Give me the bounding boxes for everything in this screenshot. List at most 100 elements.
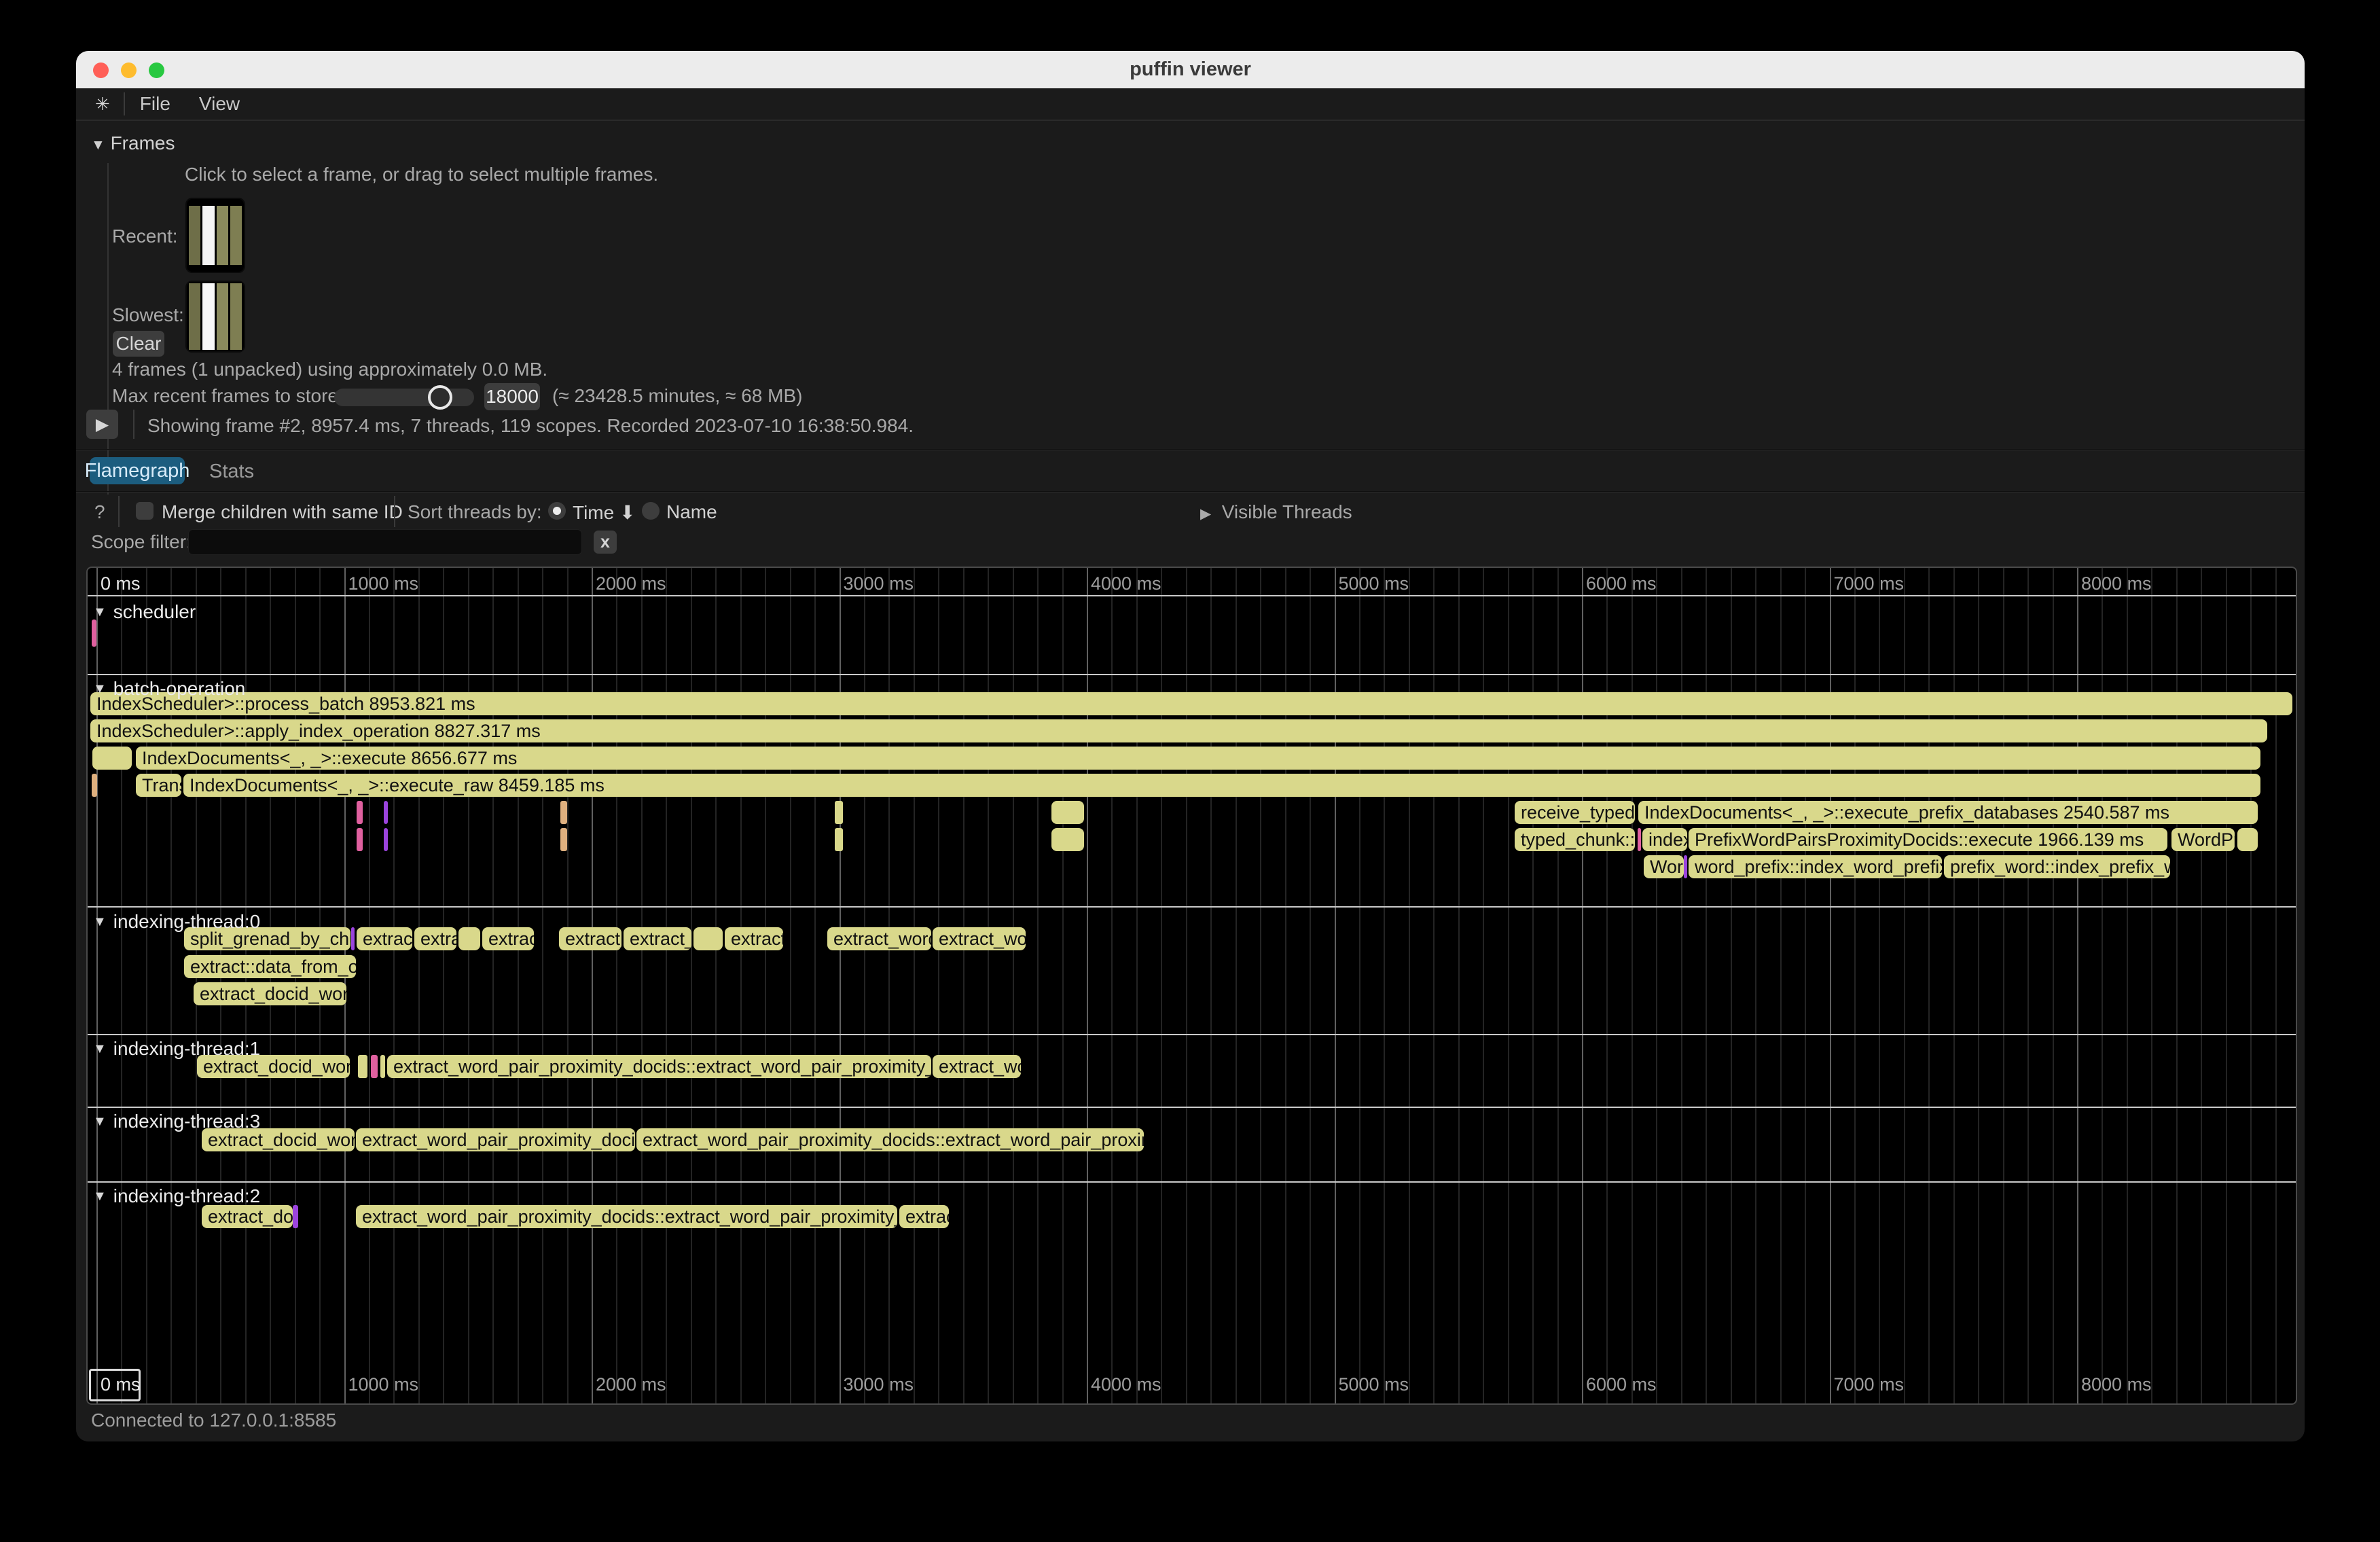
visible-threads-header[interactable]: ▶ Visible Threads [1200, 501, 1352, 523]
frames-section-header[interactable]: ▼ Frames [91, 132, 175, 154]
flame-bar[interactable]: extract [725, 927, 783, 950]
flame-bar[interactable] [560, 801, 567, 824]
flame-bar[interactable]: WordPr [2171, 828, 2235, 851]
sort-by-time-radio[interactable] [548, 502, 566, 520]
frame-bar[interactable] [189, 283, 200, 350]
flame-bar[interactable]: extrac [482, 927, 534, 950]
flame-bar[interactable] [357, 828, 363, 851]
thread-header[interactable]: ▼indexing-thread:3 [93, 1111, 260, 1132]
help-button[interactable]: ? [94, 501, 105, 523]
flame-bar[interactable]: IndexDocuments<_, _>::execute 8656.677 m… [136, 747, 2260, 770]
flame-bar[interactable] [1684, 855, 1687, 878]
flame-bar[interactable] [371, 1055, 378, 1078]
flame-bar[interactable]: extract_word_pair_proximity_docids::extr… [387, 1055, 931, 1078]
merge-children-checkbox[interactable] [136, 502, 154, 520]
flame-bar[interactable] [92, 774, 97, 797]
flame-bar[interactable]: extra [414, 927, 456, 950]
flame-bar[interactable] [560, 828, 567, 851]
frame-bar-selected[interactable] [202, 206, 214, 265]
flame-bar[interactable] [1051, 828, 1084, 851]
close-window-button[interactable] [93, 62, 109, 78]
flame-bar[interactable] [358, 1055, 367, 1078]
flame-bar[interactable]: extract_wo [933, 1055, 1021, 1078]
thread-header[interactable]: ▼indexing-thread:0 [93, 911, 260, 933]
slowest-frames-thumbnail[interactable] [185, 281, 245, 353]
flame-bar[interactable]: extract_doc [202, 1205, 293, 1228]
frame-bar[interactable] [230, 283, 242, 350]
flame-bar[interactable]: Trans [136, 774, 181, 797]
sort-direction-down-icon[interactable]: ⬇ [619, 502, 635, 523]
flame-bar[interactable] [835, 828, 843, 851]
flame-bar[interactable] [92, 620, 96, 647]
flame-bar[interactable]: word_prefix::index_word_prefix_ [1689, 855, 1942, 878]
play-button[interactable]: ▶ [86, 410, 118, 439]
flame-bar[interactable] [92, 747, 132, 770]
flame-bar[interactable] [1051, 801, 1084, 824]
slowest-label: Slowest: [112, 304, 184, 326]
flame-bar[interactable]: extract_wo [933, 927, 1026, 950]
max-frames-slider-knob[interactable] [428, 385, 452, 410]
flame-bar[interactable] [458, 927, 480, 950]
thread-header[interactable]: ▼indexing-thread:2 [93, 1185, 260, 1207]
flame-bar[interactable] [2237, 828, 2258, 851]
flame-bar[interactable]: index [1642, 828, 1687, 851]
flame-bar[interactable] [351, 927, 355, 950]
frame-bar-selected[interactable] [202, 283, 214, 350]
menu-file[interactable]: File [140, 93, 170, 115]
max-frames-estimate: (≈ 23428.5 minutes, ≈ 68 MB) [552, 385, 802, 407]
app-window: puffin viewer ✳ File View ▼ Frames Click… [76, 51, 2305, 1441]
flame-bar[interactable]: extract_word_pair_proximity_docids [356, 1128, 635, 1151]
flame-bar[interactable]: receive_typed_ [1515, 801, 1635, 824]
tab-flamegraph[interactable]: Flamegraph [90, 457, 185, 484]
theme-toggle-sun-icon[interactable]: ✳ [95, 94, 110, 115]
recent-frames-thumbnail[interactable] [185, 198, 245, 273]
flame-bar[interactable]: IndexDocuments<_, _>::execute_raw 8459.1… [183, 774, 2260, 797]
maximize-window-button[interactable] [149, 62, 164, 78]
menu-view[interactable]: View [199, 93, 240, 115]
flame-bar[interactable] [384, 801, 388, 824]
flame-bar[interactable]: extrac [899, 1205, 949, 1228]
frame-bar[interactable] [217, 283, 228, 350]
flame-bar[interactable] [1638, 828, 1641, 851]
tab-stats[interactable]: Stats [209, 461, 254, 483]
thread-header[interactable]: ▼batch-operation [93, 678, 245, 700]
thread-header[interactable]: ▼scheduler [93, 601, 196, 623]
flame-bar[interactable]: extract_word_pair_proximity_docids::extr… [356, 1205, 897, 1228]
flame-bar[interactable] [293, 1205, 298, 1228]
frame-bar[interactable] [189, 206, 200, 265]
collapse-triangle-icon: ▼ [93, 1189, 107, 1204]
thread-header[interactable]: ▼indexing-thread:1 [93, 1038, 260, 1060]
flame-bar[interactable] [380, 1055, 385, 1078]
flame-bar[interactable] [384, 828, 388, 851]
flame-bar[interactable]: extract_ [559, 927, 621, 950]
minimize-window-button[interactable] [121, 62, 137, 78]
flame-bar[interactable]: extract_docid_word [194, 982, 346, 1005]
flame-bar[interactable] [357, 801, 363, 824]
flamegraph-canvas[interactable]: 0 ms0 ms1000 ms1000 ms2000 ms2000 ms3000… [86, 567, 2297, 1405]
clear-scope-filter-button[interactable]: x [594, 531, 617, 554]
flame-bar[interactable]: PrefixWordPairsProximityDocids::execute … [1689, 828, 2167, 851]
sort-by-name-radio[interactable] [642, 502, 660, 520]
time-axis-label: 5000 ms [1339, 573, 1409, 594]
frame-bar[interactable] [217, 206, 228, 265]
max-frames-value[interactable]: 18000 [484, 383, 540, 410]
flame-bar[interactable]: typed_chunk::w [1515, 828, 1635, 851]
flame-bar[interactable]: extract_word_pair_proximity_docids::extr… [636, 1128, 1144, 1151]
time-axis-label: 5000 ms [1339, 1374, 1409, 1395]
flame-bar[interactable]: prefix_word::index_prefix_wo [1944, 855, 2170, 878]
flame-bar[interactable]: Word [1644, 855, 1684, 878]
frame-bar[interactable] [230, 206, 242, 265]
flame-bar[interactable] [835, 801, 843, 824]
titlebar: puffin viewer [76, 51, 2305, 88]
flame-bar[interactable]: IndexScheduler>::apply_index_operation 8… [90, 719, 2267, 742]
flame-bar[interactable]: extract_word [827, 927, 931, 950]
flame-bar[interactable]: extract_ [624, 927, 691, 950]
flame-bar[interactable]: IndexScheduler>::process_batch 8953.821 … [90, 692, 2292, 715]
max-frames-slider-track[interactable] [334, 389, 474, 406]
flame-bar[interactable]: extract::data_from_ob [184, 955, 356, 978]
clear-button[interactable]: Clear [113, 331, 164, 357]
flame-bar[interactable] [693, 927, 723, 950]
flame-bar[interactable]: extract [357, 927, 412, 950]
flame-bar[interactable]: IndexDocuments<_, _>::execute_prefix_dat… [1638, 801, 2258, 824]
scope-filter-input[interactable] [188, 529, 582, 555]
